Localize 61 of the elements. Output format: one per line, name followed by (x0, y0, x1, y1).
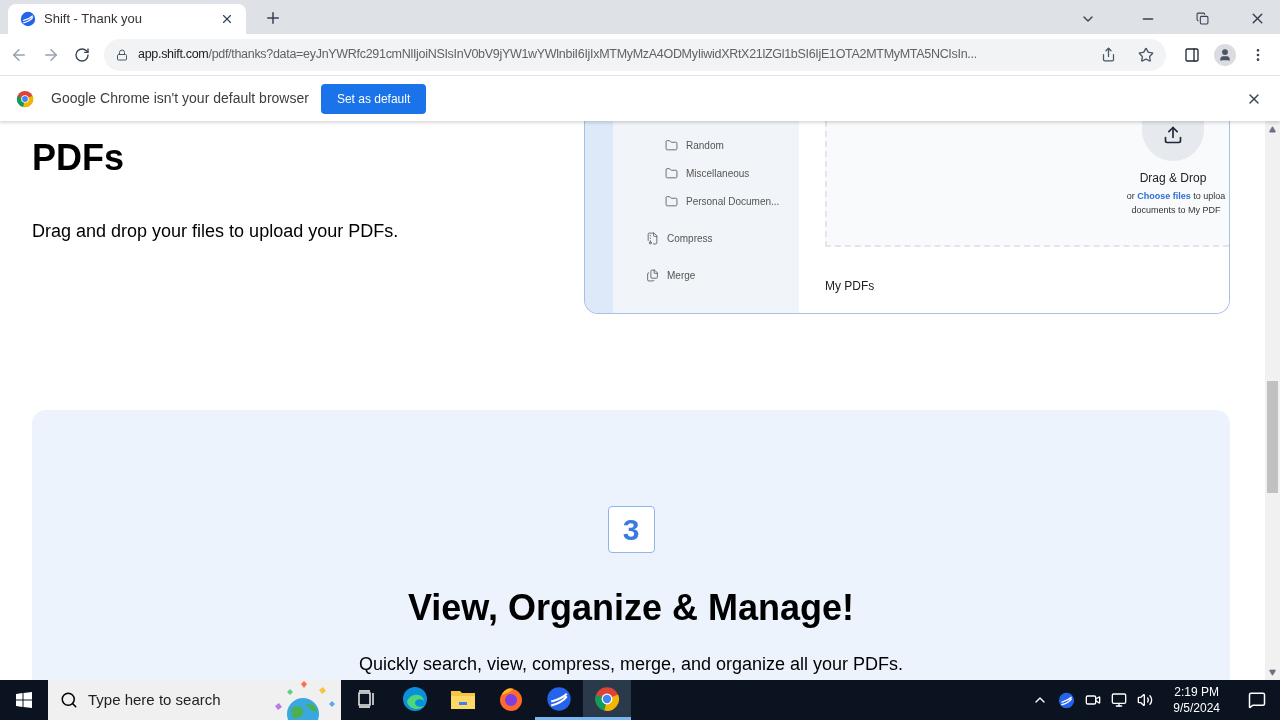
reload-icon[interactable] (74, 46, 90, 63)
scrollbar[interactable] (1265, 121, 1280, 680)
volume-icon[interactable] (1137, 692, 1154, 708)
drop-zone[interactable]: Drag & Drop or Choose files to uploa documents to My PDF (825, 121, 1229, 247)
folder-icon (665, 166, 678, 180)
close-tab-icon[interactable] (220, 12, 234, 26)
windows-logo-icon (16, 692, 32, 708)
set-default-button[interactable]: Set as default (320, 83, 427, 114)
taskbar-search-field[interactable]: Type here to search (48, 680, 341, 720)
section-heading: View, Organize & Manage! (407, 586, 855, 630)
network-icon[interactable] (1111, 692, 1128, 708)
chrome-logo-icon (16, 89, 34, 108)
address-bar[interactable]: app.shift.com/pdf/thanks?data=eyJnYWRfc291cmNlIjoiNSIsInV0bV9jYW1wYWlnbiI6IjIxMTMyMzA4ODMyIiwidXRtX21lZGl1bSI6IjE1OTA2MTMyMTA5NCIsIn... (104, 38, 1166, 71)
profile-avatar[interactable] (1214, 43, 1236, 66)
section-heading: PDFs (32, 138, 126, 178)
compress-icon (646, 231, 659, 245)
clock[interactable]: 2:19 PM 9/5/2024 (1169, 684, 1224, 716)
list-title: My PDFs (825, 278, 876, 295)
lock-icon (116, 48, 128, 61)
new-tab-icon[interactable] (264, 9, 282, 27)
notifications-icon[interactable] (1248, 691, 1266, 709)
sidebar-item[interactable]: Miscellaneous (613, 159, 799, 187)
folder-icon (665, 138, 678, 152)
scrollbar-thumb[interactable] (1267, 381, 1278, 493)
search-icon (60, 691, 78, 709)
firefox-logo-icon (498, 685, 524, 712)
shift-logo-icon (546, 685, 572, 712)
section-text: Quickly search, view, compress, merge, and organize all your PDFs. (358, 653, 904, 676)
upload-icon (1163, 125, 1183, 145)
taskbar-app[interactable] (583, 680, 631, 720)
restore-icon[interactable] (1196, 12, 1209, 25)
edge-logo-icon (402, 685, 428, 712)
sidebar-item[interactable]: Merge (613, 261, 799, 289)
drop-hint: or Choose files to uploa (1126, 190, 1226, 203)
scroll-up-icon[interactable] (1269, 126, 1276, 133)
scroll-down-icon[interactable] (1269, 669, 1276, 676)
shift-tray-icon[interactable] (1058, 691, 1076, 709)
bookmark-icon[interactable] (1138, 46, 1154, 63)
task-view-icon (357, 689, 377, 708)
drop-title: Drag & Drop (1139, 170, 1207, 187)
upload-button[interactable] (1142, 121, 1204, 161)
favicon-icon (20, 11, 36, 27)
step-number: 3 (607, 506, 655, 553)
choose-files-link[interactable]: Choose files (1137, 191, 1191, 201)
merge-icon (646, 268, 659, 282)
share-icon[interactable] (1101, 47, 1116, 62)
sidebar-item[interactable]: Compress (613, 224, 799, 252)
url-text: app.shift.com/pdf/thanks?data=eyJnYWRfc291cmNlIjoiNSIsInV0bV9jYW1wYWlnbiI6IjIxMTMyMzA4ODMyIiwidXRtX21lZGl1bSI6IjE1OTA2MTMyMTA5NCIsIn... (138, 46, 977, 64)
side-panel-icon[interactable] (1184, 46, 1200, 63)
tab-title: Shift - Thank you (44, 10, 144, 29)
person-icon (1218, 47, 1232, 62)
drop-hint: documents to My PDF (1131, 203, 1221, 217)
section-text: Drag and drop your files to upload your PDFs. (32, 220, 400, 243)
search-field[interactable]: Type here to search (88, 688, 258, 712)
infobar-message: Google Chrome isn't your default browser (51, 89, 309, 108)
meet-icon[interactable] (1085, 692, 1102, 708)
browser-tab[interactable]: Shift - Thank you (8, 4, 246, 34)
chrome-logo-icon (594, 685, 620, 712)
sidebar-item[interactable]: Personal Documen... (613, 187, 799, 215)
folder-icon (665, 194, 678, 208)
sidebar-item[interactable]: Random (613, 131, 799, 159)
